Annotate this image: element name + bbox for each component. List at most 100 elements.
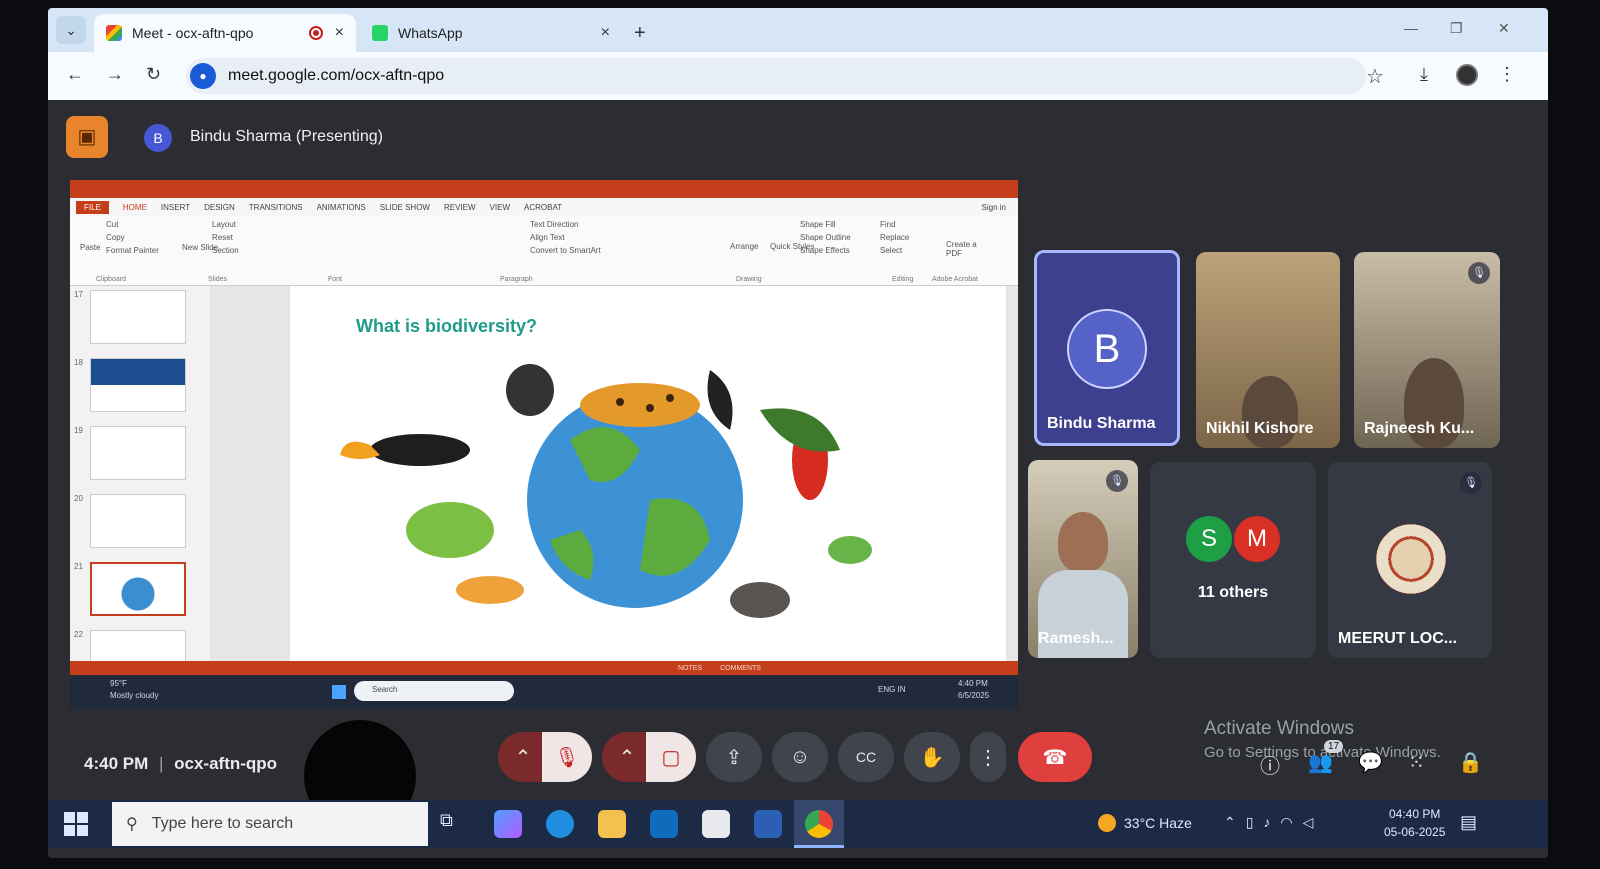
inner-date: 6/5/2025	[958, 691, 990, 700]
copilot-icon[interactable]	[494, 810, 522, 838]
camera-off-button[interactable]: ▢	[646, 732, 696, 782]
people-icon[interactable]: 👥	[1308, 750, 1333, 775]
ribbon-reset: Reset	[212, 233, 233, 242]
profile-avatar[interactable]	[1456, 64, 1478, 86]
comments-button: COMMENTS	[720, 664, 761, 672]
whatsapp-favicon-icon	[372, 25, 388, 41]
participant-tile-meerut[interactable]: 🎙 MEERUT LOC...	[1328, 462, 1492, 658]
windows-start-icon[interactable]	[64, 812, 88, 836]
back-icon[interactable]: ←	[66, 64, 84, 85]
monitor-bezel: ⌄ Meet - ocx-aftn-qpo × WhatsApp × + — ❐…	[0, 0, 1600, 869]
taskbar-search-input[interactable]: ⚲ Type here to search	[112, 802, 428, 846]
chat-icon[interactable]: 💬	[1358, 750, 1383, 775]
word-icon[interactable]	[754, 810, 782, 838]
shared-screen: FILE HOME INSERT DESIGN TRANSITIONS ANIM…	[70, 180, 1018, 710]
present-screen-button[interactable]: ⇪	[706, 732, 762, 782]
close-tab-icon[interactable]: ×	[335, 24, 344, 42]
slide-number: 22	[74, 630, 83, 639]
audio-options-button[interactable]: ⌃	[498, 732, 548, 782]
powerpoint-body: 17 18 19 20 21 22 What is biodiversity?	[70, 286, 1018, 684]
bookmark-star-icon[interactable]: ☆	[1366, 64, 1384, 89]
ribbon-arrange: Arrange	[730, 242, 759, 251]
people-count-badge: 17	[1324, 740, 1344, 753]
slide-thumbnail	[90, 290, 186, 344]
maximize-icon[interactable]: ❐	[1450, 20, 1463, 37]
ribbon-text-direction: Text Direction	[530, 220, 579, 229]
participant-name: Rajneesh Ku...	[1364, 420, 1475, 437]
sign-in-link: Sign in	[981, 202, 1006, 212]
participant-tile-nikhil[interactable]: Nikhil Kishore	[1196, 252, 1340, 448]
leave-call-button[interactable]: ☎	[1018, 732, 1092, 782]
mic-site-icon[interactable]: ●	[190, 63, 216, 89]
more-options-button[interactable]: ⋮	[970, 732, 1006, 782]
video-options-button[interactable]: ⌃	[602, 732, 652, 782]
ribbon-shape-effects: Shape Effects	[800, 246, 850, 255]
separator: |	[158, 754, 164, 773]
close-window-icon[interactable]: ✕	[1498, 20, 1510, 37]
meeting-time: 4:40 PM	[84, 754, 149, 773]
meeting-info-icon[interactable]: ⓘ	[1260, 750, 1280, 779]
reload-icon[interactable]: ↻	[146, 64, 161, 85]
ribbon-group-label: Clipboard	[96, 276, 126, 283]
download-icon[interactable]: ⤓	[1420, 64, 1428, 85]
presenting-icon[interactable]: ▣	[66, 116, 108, 158]
participant-tile-bindu[interactable]: B Bindu Sharma	[1034, 250, 1180, 446]
participant-tile-ramesh[interactable]: 🎙 Ramesh...	[1028, 460, 1138, 658]
tab-meet[interactable]: Meet - ocx-aftn-qpo ×	[94, 14, 356, 52]
host-controls-icon[interactable]: 🔒	[1458, 750, 1483, 775]
participant-tile-rajneesh[interactable]: 🎙 Rajneesh Ku...	[1354, 252, 1500, 448]
ribbon-select: Select	[880, 246, 903, 255]
new-tab-button[interactable]: +	[634, 22, 646, 45]
menu-slide-show: SLIDE SHOW	[379, 202, 430, 212]
emoji-button[interactable]: ☺	[772, 732, 828, 782]
file-explorer-icon[interactable]	[598, 810, 626, 838]
slide-number: 17	[74, 290, 83, 299]
outlook-icon[interactable]	[650, 810, 678, 838]
minimize-icon[interactable]: —	[1404, 20, 1418, 36]
captions-button[interactable]: CC	[838, 732, 894, 782]
tab-whatsapp[interactable]: WhatsApp ×	[360, 14, 622, 52]
participant-name: Nikhil Kishore	[1206, 420, 1314, 437]
inner-start-icon	[332, 685, 346, 699]
clock-time: 04:40 PM	[1389, 807, 1441, 821]
ribbon-copy: Copy	[106, 233, 125, 242]
ribbon-align-text: Align Text	[530, 233, 565, 242]
meet-favicon-icon	[106, 25, 122, 41]
tab-search-button[interactable]: ⌄	[56, 16, 86, 44]
store-icon[interactable]	[702, 810, 730, 838]
menu-review: REVIEW	[443, 202, 476, 212]
meeting-code: ocx-aftn-qpo	[174, 754, 278, 773]
slide-number: 18	[74, 358, 83, 367]
participant-video	[1058, 512, 1108, 572]
taskbar-clock[interactable]: 04:40 PM 05-06-2025	[1384, 805, 1445, 841]
windows-taskbar: ⚲ Type here to search ⧉ 33°C Haze ⌃▯♪◠◁ …	[48, 800, 1548, 848]
ribbon-group-label: Drawing	[736, 276, 762, 283]
close-tab-icon[interactable]: ×	[601, 24, 610, 42]
task-view-icon[interactable]: ⧉	[440, 810, 468, 838]
participant-name: Ramesh...	[1038, 630, 1114, 647]
activities-icon[interactable]: ⁙	[1408, 750, 1425, 775]
address-bar[interactable]: ● meet.google.com/ocx-aftn-qpo	[186, 58, 1366, 94]
mic-muted-button[interactable]: 🎙	[542, 732, 592, 782]
participant-tile-others[interactable]: S M 11 others	[1150, 462, 1316, 658]
chrome-icon	[805, 810, 833, 838]
meeting-time-code: 4:40 PM | ocx-aftn-qpo	[84, 754, 277, 774]
system-tray-icons[interactable]: ⌃▯♪◠◁	[1224, 814, 1323, 831]
clipboard-group: Cut Copy Format Painter Paste	[80, 220, 159, 255]
ribbon-find: Find	[880, 220, 896, 229]
ribbon-group-label: Adobe Acrobat	[932, 276, 978, 283]
forward-icon[interactable]: →	[106, 64, 124, 85]
raise-hand-button[interactable]: ✋	[904, 732, 960, 782]
notifications-icon[interactable]: ▤	[1460, 812, 1477, 833]
edge-icon[interactable]	[546, 810, 574, 838]
taskbar-weather[interactable]: 33°C Haze	[1098, 814, 1192, 832]
editing-group: Find Replace Select	[880, 220, 909, 255]
weather-text: 33°C Haze	[1124, 815, 1192, 831]
ribbon-group-label: Slides	[208, 276, 228, 283]
organization-seal-icon	[1376, 524, 1446, 594]
inner-weather-temp: 95°F	[110, 679, 127, 688]
more-menu-icon[interactable]: ⋮	[1498, 64, 1516, 85]
chrome-taskbar-button[interactable]	[794, 800, 844, 848]
participant-name: MEERUT LOC...	[1338, 630, 1458, 647]
shared-windows-taskbar: 95°F Mostly cloudy Search ENG IN 4:40 PM…	[70, 675, 1018, 710]
